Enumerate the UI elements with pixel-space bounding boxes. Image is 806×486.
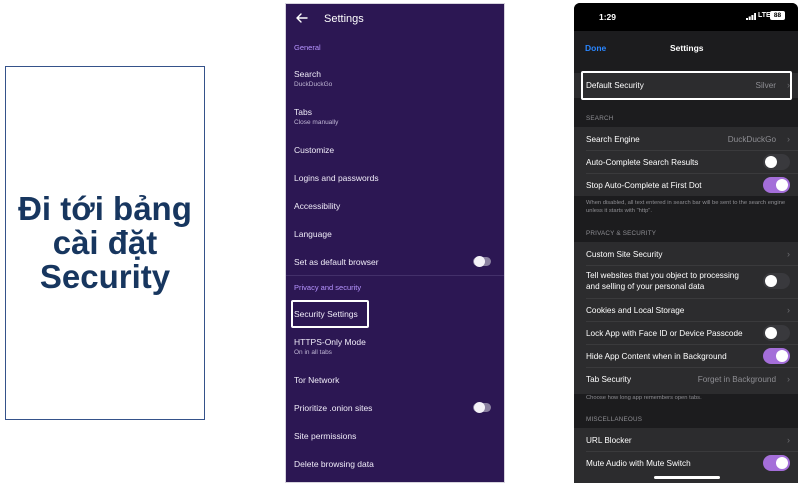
search-engine-label[interactable]: Search Engine bbox=[586, 135, 640, 144]
setting-prioritize-onion[interactable]: Prioritize .onion sites bbox=[294, 403, 372, 413]
setting-tabs-value: Close manually bbox=[294, 119, 339, 126]
setting-delete-browsing-data[interactable]: Delete browsing data bbox=[294, 459, 374, 469]
prioritize-onion-toggle[interactable] bbox=[473, 402, 491, 413]
row-separator bbox=[586, 150, 798, 151]
setting-accessibility[interactable]: Accessibility bbox=[294, 201, 340, 211]
setting-site-permissions[interactable]: Site permissions bbox=[294, 431, 356, 441]
signal-icon bbox=[746, 13, 756, 20]
ios-settings-screen: 1:29 LTE 88 Done Settings Default Securi… bbox=[574, 3, 798, 483]
section-miscellaneous: MISCELLANEOUS bbox=[586, 416, 643, 423]
home-indicator bbox=[654, 476, 720, 479]
default-security-highlight bbox=[581, 71, 792, 100]
setting-search[interactable]: Search bbox=[294, 69, 321, 79]
row-separator bbox=[586, 367, 798, 368]
ios-page-title: Settings bbox=[670, 43, 704, 53]
chevron-right-icon: › bbox=[787, 134, 790, 144]
stop-autocomplete-toggle[interactable] bbox=[763, 177, 790, 193]
autocomplete-label: Auto-Complete Search Results bbox=[586, 158, 699, 167]
setting-customize[interactable]: Customize bbox=[294, 145, 334, 155]
done-button[interactable]: Done bbox=[585, 43, 606, 53]
setting-tabs[interactable]: Tabs bbox=[294, 107, 312, 117]
hide-content-toggle[interactable] bbox=[763, 348, 790, 364]
mute-audio-toggle[interactable] bbox=[763, 455, 790, 471]
custom-site-security-label[interactable]: Custom Site Security bbox=[586, 250, 662, 259]
back-arrow-icon[interactable] bbox=[294, 10, 310, 26]
setting-security-settings[interactable]: Security Settings bbox=[294, 309, 358, 319]
default-browser-toggle[interactable] bbox=[473, 256, 491, 267]
caption-card: Đi tới bảng cài đặt Security bbox=[5, 66, 205, 420]
network-type: LTE bbox=[758, 12, 771, 19]
status-time: 1:29 bbox=[599, 12, 617, 22]
row-separator bbox=[586, 173, 798, 174]
tab-security-label[interactable]: Tab Security bbox=[586, 375, 631, 384]
section-privacy: Privacy and security bbox=[294, 283, 362, 292]
mute-audio-label: Mute Audio with Mute Switch bbox=[586, 459, 691, 468]
privacy-group: Custom Site Security › Tell websites tha… bbox=[574, 242, 798, 394]
section-divider bbox=[286, 275, 504, 276]
chevron-right-icon: › bbox=[787, 374, 790, 384]
android-header: Settings bbox=[286, 4, 504, 36]
tab-security-footer: Choose how long app remembers open tabs. bbox=[586, 395, 702, 401]
setting-search-value: DuckDuckGo bbox=[294, 81, 333, 88]
setting-https-only-value: On in all tabs bbox=[294, 349, 332, 356]
row-separator bbox=[586, 344, 798, 345]
battery-icon: 88 bbox=[770, 11, 785, 20]
cookies-label[interactable]: Cookies and Local Storage bbox=[586, 306, 684, 315]
autocomplete-toggle[interactable] bbox=[763, 154, 790, 170]
chevron-right-icon: › bbox=[787, 435, 790, 445]
caption-text: Đi tới bảng cài đặt Security bbox=[18, 190, 192, 295]
hide-content-label: Hide App Content when in Background bbox=[586, 352, 727, 361]
row-separator bbox=[586, 321, 798, 322]
chevron-right-icon: › bbox=[787, 249, 790, 259]
setting-default-browser[interactable]: Set as default browser bbox=[294, 257, 379, 267]
section-general: General bbox=[294, 43, 321, 52]
section-search: SEARCH bbox=[586, 115, 614, 122]
section-privacy-security: PRIVACY & SECURITY bbox=[586, 230, 657, 237]
setting-language[interactable]: Language bbox=[294, 229, 332, 239]
tell-websites-toggle[interactable] bbox=[763, 273, 790, 289]
android-settings-screen: Settings General Search DuckDuckGo Tabs … bbox=[285, 3, 505, 483]
chevron-right-icon: › bbox=[787, 305, 790, 315]
search-footer: When disabled, all text entered in searc… bbox=[586, 200, 786, 214]
row-separator bbox=[586, 265, 798, 266]
setting-https-only[interactable]: HTTPS-Only Mode bbox=[294, 337, 366, 347]
tell-websites-label-line2: and selling of your personal data bbox=[586, 282, 705, 291]
tab-security-value: Forget in Background bbox=[697, 375, 776, 384]
tell-websites-label-line1: Tell websites that you object to process… bbox=[586, 271, 739, 280]
row-separator bbox=[586, 451, 798, 452]
status-bar: 1:29 LTE 88 bbox=[574, 3, 798, 31]
search-group: Search Engine DuckDuckGo › Auto-Complete… bbox=[574, 127, 798, 196]
url-blocker-label[interactable]: URL Blocker bbox=[586, 436, 632, 445]
android-page-title: Settings bbox=[324, 13, 364, 25]
setting-tor-network[interactable]: Tor Network bbox=[294, 375, 339, 385]
setting-logins[interactable]: Logins and passwords bbox=[294, 173, 379, 183]
lock-app-label: Lock App with Face ID or Device Passcode bbox=[586, 329, 743, 338]
stop-autocomplete-label: Stop Auto-Complete at First Dot bbox=[586, 181, 702, 190]
row-separator bbox=[586, 298, 798, 299]
misc-group: URL Blocker › Mute Audio with Mute Switc… bbox=[574, 428, 798, 483]
search-engine-value: DuckDuckGo bbox=[727, 135, 776, 144]
lock-app-toggle[interactable] bbox=[763, 325, 790, 341]
